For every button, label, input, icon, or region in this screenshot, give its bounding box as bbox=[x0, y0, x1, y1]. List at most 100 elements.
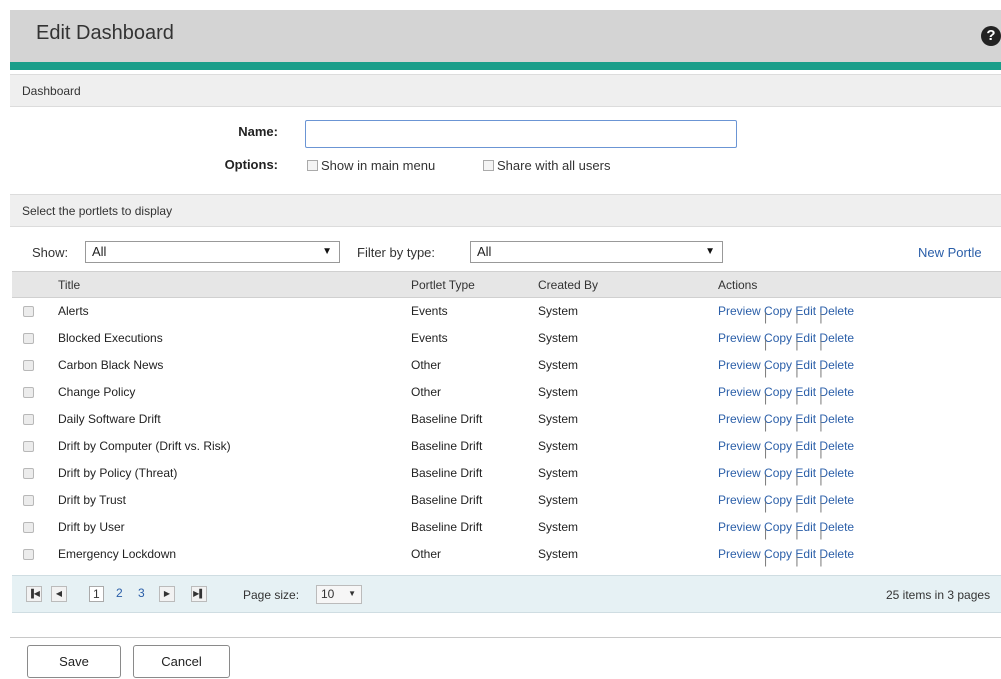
table-row[interactable]: Blocked Executions Events System Preview | … bbox=[12, 325, 1001, 352]
row-checkbox[interactable] bbox=[23, 441, 34, 452]
portlet-title: Daily Software Drift bbox=[58, 412, 161, 426]
show-select[interactable]: All ▼ bbox=[85, 241, 340, 263]
row-checkbox[interactable] bbox=[23, 306, 34, 317]
portlet-created-by: System bbox=[538, 385, 579, 399]
portlet-title: Drift by Policy (Threat) bbox=[58, 466, 178, 480]
delete-link[interactable]: Delete bbox=[819, 439, 854, 453]
row-checkbox[interactable] bbox=[23, 333, 34, 344]
action-separator: | bbox=[764, 472, 768, 486]
name-input[interactable] bbox=[305, 120, 737, 148]
table-row[interactable]: Drift by Trust Baseline Drift System Previe… bbox=[12, 487, 1001, 514]
copy-link[interactable]: Copy bbox=[764, 439, 792, 453]
page-number-current[interactable]: 1 bbox=[89, 586, 104, 602]
preview-link[interactable]: Preview bbox=[718, 331, 761, 345]
help-icon[interactable]: ? bbox=[981, 26, 1001, 46]
table-row[interactable]: Drift by Policy (Threat) Baseline Drift Sy… bbox=[12, 460, 1001, 487]
copy-link[interactable]: Copy bbox=[764, 520, 792, 534]
row-checkbox[interactable] bbox=[23, 387, 34, 398]
portlet-title: Drift by User bbox=[58, 520, 125, 534]
preview-link[interactable]: Preview bbox=[718, 358, 761, 372]
table-row[interactable]: Carbon Black News Other System Preview | Co… bbox=[12, 352, 1001, 379]
last-page-icon[interactable]: ▶▌ bbox=[191, 586, 207, 602]
action-separator: | bbox=[764, 337, 768, 351]
column-header-type[interactable]: Portlet Type bbox=[411, 278, 475, 292]
share-with-all-users-checkbox[interactable] bbox=[483, 160, 494, 171]
preview-link[interactable]: Preview bbox=[718, 547, 761, 561]
row-checkbox[interactable] bbox=[23, 495, 34, 506]
row-actions: Preview | Copy | Edit | Delete bbox=[718, 331, 854, 351]
preview-link[interactable]: Preview bbox=[718, 412, 761, 426]
page-number[interactable]: 3 bbox=[138, 586, 145, 600]
portlet-title: Drift by Trust bbox=[58, 493, 127, 507]
action-separator: | bbox=[819, 337, 823, 351]
copy-link[interactable]: Copy bbox=[764, 385, 792, 399]
row-checkbox[interactable] bbox=[23, 522, 34, 533]
delete-link[interactable]: Delete bbox=[819, 331, 854, 345]
table-row[interactable]: Drift by User Baseline Drift System Preview… bbox=[12, 514, 1001, 541]
dropdown-arrow-icon: ▼ bbox=[322, 246, 332, 257]
table-row[interactable]: Change Policy Other System Preview | Copy |… bbox=[12, 379, 1001, 406]
show-in-main-menu-checkbox[interactable] bbox=[307, 160, 318, 171]
action-separator: | bbox=[819, 499, 823, 513]
action-separator: | bbox=[764, 526, 768, 540]
portlet-type: Other bbox=[411, 385, 442, 399]
new-portlet-link[interactable]: New Portle bbox=[918, 245, 982, 260]
column-header-created-by[interactable]: Created By bbox=[538, 278, 598, 292]
first-page-icon[interactable]: ▐◀ bbox=[26, 586, 42, 602]
row-actions: Preview | Copy | Edit | Delete bbox=[718, 547, 854, 567]
save-button[interactable]: Save bbox=[27, 645, 121, 678]
portlet-type: Other bbox=[411, 547, 442, 561]
row-checkbox[interactable] bbox=[23, 549, 34, 560]
page-size-select[interactable]: 10 ▼ bbox=[316, 585, 362, 604]
page-number[interactable]: 2 bbox=[116, 586, 123, 600]
row-actions: Preview | Copy | Edit | Delete bbox=[718, 304, 854, 324]
delete-link[interactable]: Delete bbox=[819, 547, 854, 561]
copy-link[interactable]: Copy bbox=[764, 358, 792, 372]
filter-by-type-select[interactable]: All ▼ bbox=[470, 241, 723, 263]
copy-link[interactable]: Copy bbox=[764, 331, 792, 345]
preview-link[interactable]: Preview bbox=[718, 466, 761, 480]
copy-link[interactable]: Copy bbox=[764, 493, 792, 507]
portlet-title: Blocked Executions bbox=[58, 331, 163, 345]
row-actions: Preview | Copy | Edit | Delete bbox=[718, 493, 854, 513]
action-separator: | bbox=[819, 418, 823, 432]
cancel-button[interactable]: Cancel bbox=[133, 645, 230, 678]
table-row[interactable]: Emergency Lockdown Other System Preview | C… bbox=[12, 541, 1001, 568]
accent-bar bbox=[10, 62, 1001, 70]
portlet-created-by: System bbox=[538, 358, 579, 372]
table-row[interactable]: Alerts Events System Preview | Copy | Edit … bbox=[12, 298, 1001, 325]
row-checkbox[interactable] bbox=[23, 468, 34, 479]
dropdown-arrow-icon: ▼ bbox=[705, 246, 715, 257]
action-separator: | bbox=[795, 499, 799, 513]
delete-link[interactable]: Delete bbox=[819, 304, 854, 318]
delete-link[interactable]: Delete bbox=[819, 412, 854, 426]
copy-link[interactable]: Copy bbox=[764, 304, 792, 318]
row-actions: Preview | Copy | Edit | Delete bbox=[718, 385, 854, 405]
dropdown-arrow-icon: ▼ bbox=[348, 589, 356, 598]
row-checkbox[interactable] bbox=[23, 360, 34, 371]
table-row[interactable]: Drift by Computer (Drift vs. Risk) Baseli… bbox=[12, 433, 1001, 460]
row-actions: Preview | Copy | Edit | Delete bbox=[718, 466, 854, 486]
preview-link[interactable]: Preview bbox=[718, 520, 761, 534]
delete-link[interactable]: Delete bbox=[819, 385, 854, 399]
preview-link[interactable]: Preview bbox=[718, 493, 761, 507]
table-row[interactable]: Daily Software Drift Baseline Drift System… bbox=[12, 406, 1001, 433]
share-with-all-users-option[interactable]: Share with all users bbox=[483, 158, 610, 173]
next-page-icon[interactable]: ▶ bbox=[159, 586, 175, 602]
delete-link[interactable]: Delete bbox=[819, 358, 854, 372]
row-checkbox[interactable] bbox=[23, 414, 34, 425]
copy-link[interactable]: Copy bbox=[764, 466, 792, 480]
copy-link[interactable]: Copy bbox=[764, 547, 792, 561]
delete-link[interactable]: Delete bbox=[819, 520, 854, 534]
delete-link[interactable]: Delete bbox=[819, 493, 854, 507]
delete-link[interactable]: Delete bbox=[819, 466, 854, 480]
portlet-type: Events bbox=[411, 331, 448, 345]
preview-link[interactable]: Preview bbox=[718, 385, 761, 399]
copy-link[interactable]: Copy bbox=[764, 412, 792, 426]
show-in-main-menu-option[interactable]: Show in main menu bbox=[307, 158, 435, 173]
preview-link[interactable]: Preview bbox=[718, 304, 761, 318]
previous-page-icon[interactable]: ◀ bbox=[51, 586, 67, 602]
page-header: Edit Dashboard ? bbox=[10, 10, 1001, 62]
column-header-title[interactable]: Title bbox=[58, 278, 80, 292]
preview-link[interactable]: Preview bbox=[718, 439, 761, 453]
